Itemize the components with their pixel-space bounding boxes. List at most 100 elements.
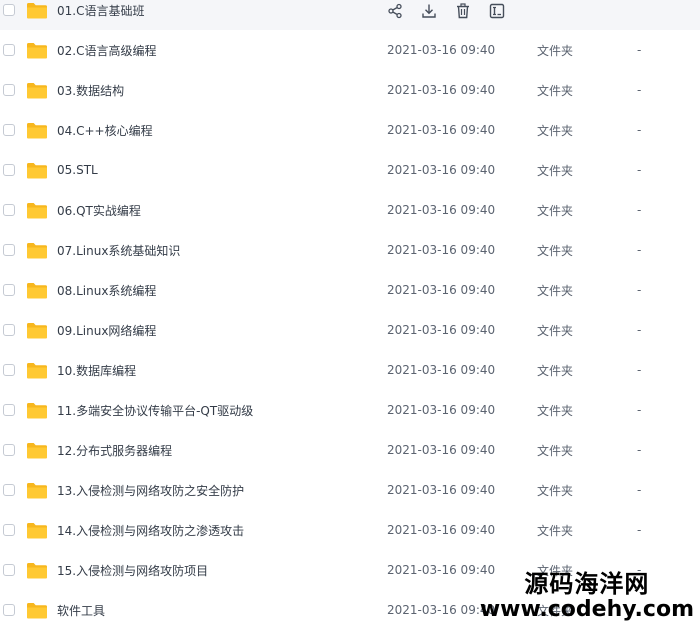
row-checkbox[interactable]: [3, 444, 15, 456]
folder-icon: [27, 82, 47, 98]
modified-date: 2021-03-16 09:40: [387, 363, 496, 377]
file-name[interactable]: 12.分布式服务器编程: [57, 442, 172, 459]
file-row[interactable]: 04.C++核心编程 2021-03-16 09:40 文件夹 -: [0, 110, 700, 150]
file-name[interactable]: 13.入侵检测与网络攻防之安全防护: [57, 482, 244, 499]
file-type: 文件夹: [537, 283, 574, 298]
file-row[interactable]: 10.数据库编程 2021-03-16 09:40 文件夹 -: [0, 350, 700, 390]
watermark-text: 源码海洋网: [524, 570, 650, 598]
modified-date: 2021-03-16 09:40: [387, 403, 496, 417]
file-size: -: [637, 483, 642, 497]
file-name[interactable]: 14.入侵检测与网络攻防之渗透攻击: [57, 522, 244, 539]
modified-date: 2021-03-16 09:40: [387, 83, 496, 97]
row-checkbox[interactable]: [3, 364, 15, 376]
file-row[interactable]: 11.多端安全协议传输平台-QT驱动级 2021-03-16 09:40 文件夹…: [0, 390, 700, 430]
file-name[interactable]: 10.数据库编程: [57, 362, 136, 379]
row-checkbox[interactable]: [3, 564, 15, 576]
file-row[interactable]: 07.Linux系统基础知识 2021-03-16 09:40 文件夹 -: [0, 230, 700, 270]
modified-date: 2021-03-16 09:40: [387, 483, 496, 497]
file-row[interactable]: 06.QT实战编程 2021-03-16 09:40 文件夹 -: [0, 190, 700, 230]
file-type: 文件夹: [537, 203, 574, 218]
modified-date: 2021-03-16 09:40: [387, 203, 496, 217]
file-size: -: [637, 363, 642, 377]
modified-date: 2021-03-16 09:40: [387, 43, 496, 57]
file-size: -: [637, 443, 642, 457]
row-checkbox[interactable]: [3, 124, 15, 136]
file-type: 文件夹: [537, 523, 574, 538]
row-checkbox[interactable]: [3, 44, 15, 56]
file-row[interactable]: 01.C语言基础班: [0, 0, 700, 30]
file-name[interactable]: 04.C++核心编程: [57, 122, 153, 139]
file-size: -: [637, 203, 642, 217]
file-type: 文件夹: [537, 243, 574, 258]
file-size: -: [637, 123, 642, 137]
folder-icon: [27, 562, 47, 578]
file-name[interactable]: 02.C语言高级编程: [57, 42, 156, 59]
file-row[interactable]: 14.入侵检测与网络攻防之渗透攻击 2021-03-16 09:40 文件夹 -: [0, 510, 700, 550]
file-type: 文件夹: [537, 83, 574, 98]
download-button[interactable]: [419, 1, 439, 21]
row-actions: [385, 0, 521, 22]
row-checkbox[interactable]: [3, 244, 15, 256]
file-row[interactable]: 12.分布式服务器编程 2021-03-16 09:40 文件夹 -: [0, 430, 700, 470]
row-checkbox[interactable]: [3, 284, 15, 296]
file-type: 文件夹: [537, 43, 574, 58]
folder-icon: [27, 282, 47, 298]
row-checkbox[interactable]: [3, 524, 15, 536]
folder-icon: [27, 242, 47, 258]
file-name[interactable]: 08.Linux系统编程: [57, 282, 156, 299]
file-name[interactable]: 07.Linux系统基础知识: [57, 242, 180, 259]
rename-button[interactable]: [487, 1, 507, 21]
file-row[interactable]: 13.入侵检测与网络攻防之安全防护 2021-03-16 09:40 文件夹 -: [0, 470, 700, 510]
file-size: -: [637, 43, 642, 57]
watermark-url: www.codehy.com: [479, 597, 694, 622]
file-row[interactable]: 08.Linux系统编程 2021-03-16 09:40 文件夹 -: [0, 270, 700, 310]
folder-icon: [27, 522, 47, 538]
folder-icon: [27, 602, 47, 618]
row-checkbox[interactable]: [3, 164, 15, 176]
file-size: -: [637, 403, 642, 417]
file-row[interactable]: 05.STL 2021-03-16 09:40 文件夹 -: [0, 150, 700, 190]
watermark: 源码海洋网 www.codehy.com: [480, 570, 694, 622]
file-row[interactable]: 03.数据结构 2021-03-16 09:40 文件夹 -: [0, 70, 700, 110]
row-checkbox[interactable]: [3, 604, 15, 616]
file-size: -: [637, 163, 642, 177]
file-list: 01.C语言基础班 02.C语言高级编程 2021-03-16 09:40 文件…: [0, 0, 700, 628]
file-type: 文件夹: [537, 403, 574, 418]
row-checkbox[interactable]: [3, 484, 15, 496]
file-size: -: [637, 243, 642, 257]
modified-date: 2021-03-16 09:40: [387, 523, 496, 537]
file-name[interactable]: 01.C语言基础班: [57, 2, 144, 19]
file-type: 文件夹: [537, 483, 574, 498]
row-checkbox[interactable]: [3, 84, 15, 96]
folder-icon: [27, 122, 47, 138]
file-type: 文件夹: [537, 323, 574, 338]
share-icon: [388, 3, 402, 19]
modified-date: 2021-03-16 09:40: [387, 243, 496, 257]
file-name[interactable]: 05.STL: [57, 163, 98, 177]
modified-date: 2021-03-16 09:40: [387, 443, 496, 457]
share-button[interactable]: [385, 1, 405, 21]
file-name[interactable]: 09.Linux网络编程: [57, 322, 156, 339]
folder-icon: [27, 362, 47, 378]
row-checkbox[interactable]: [3, 404, 15, 416]
rename-icon: [489, 3, 505, 19]
file-type: 文件夹: [537, 163, 574, 178]
file-name[interactable]: 11.多端安全协议传输平台-QT驱动级: [57, 402, 253, 419]
file-name[interactable]: 软件工具: [57, 602, 105, 619]
file-row[interactable]: 09.Linux网络编程 2021-03-16 09:40 文件夹 -: [0, 310, 700, 350]
row-checkbox[interactable]: [3, 204, 15, 216]
file-size: -: [637, 283, 642, 297]
modified-date: 2021-03-16 09:40: [387, 283, 496, 297]
download-icon: [422, 4, 436, 18]
file-size: -: [637, 523, 642, 537]
folder-icon: [27, 322, 47, 338]
folder-icon: [27, 202, 47, 218]
file-row[interactable]: 02.C语言高级编程 2021-03-16 09:40 文件夹 -: [0, 30, 700, 70]
file-name[interactable]: 06.QT实战编程: [57, 202, 141, 219]
row-checkbox[interactable]: [3, 4, 15, 16]
file-name[interactable]: 03.数据结构: [57, 82, 124, 99]
delete-button[interactable]: [453, 1, 473, 21]
folder-icon: [27, 442, 47, 458]
file-name[interactable]: 15.入侵检测与网络攻防项目: [57, 562, 208, 579]
row-checkbox[interactable]: [3, 324, 15, 336]
